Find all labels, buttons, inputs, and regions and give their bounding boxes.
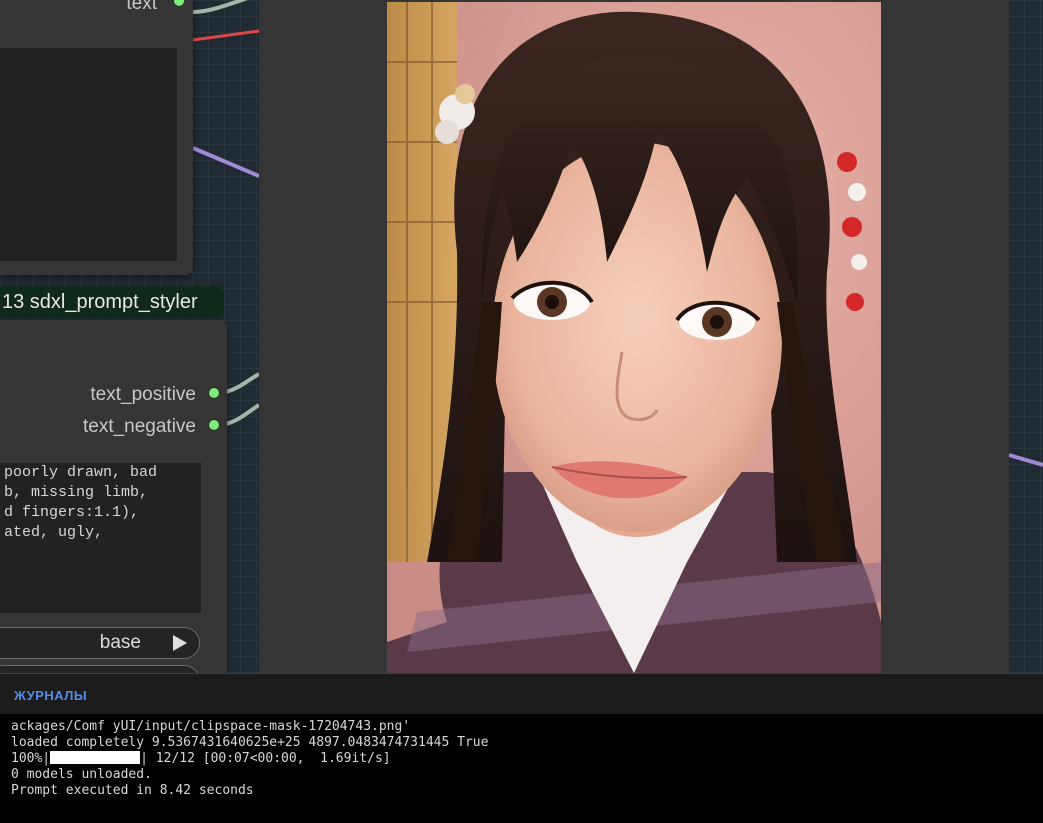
progress-suffix: | 12/12 [00:07<00:00, 1.69it/s] [140,751,391,766]
logs-header: ЖУРНАЛЫ [0,673,1043,714]
style-combo-widget[interactable]: base [0,627,200,659]
log-line: 0 models unloaded. [11,767,152,782]
output-label-text: text [126,0,157,14]
wire-red [192,29,260,42]
logs-panel: ЖУРНАЛЫ ackages/Comf yUI/input/clipspace… [0,673,1043,823]
logs-title[interactable]: ЖУРНАЛЫ [14,688,87,703]
negative-prompt-line: d fingers:1.1), [4,504,140,521]
node-title-sdxl-prompt-styler[interactable]: 13 sdxl_prompt_styler [0,286,224,318]
node-canvas[interactable]: text 13 sdxl_prompt_styler text_positive… [0,0,1043,673]
wire-text-negative [225,403,261,426]
generated-image-preview[interactable] [387,2,881,673]
negative-prompt-line: b, missing limb, [4,484,149,501]
negative-prompt-line: poorly drawn, bad [4,464,158,481]
wire-text-positive [225,372,260,394]
wire-text-output [192,0,248,14]
log-line: ackages/Comf yUI/input/clipspace-mask-17… [11,719,411,734]
wire-purple-left [192,146,260,178]
sdxl-prompt-styler-node[interactable]: text_positive text_negative poorly drawn… [0,320,227,673]
output-slot-text-negative[interactable] [208,419,220,431]
text-widget[interactable] [0,48,177,261]
combo-widget[interactable] [0,665,200,673]
progress-bar [50,751,141,764]
style-combo-value: base [99,632,141,653]
combo-next-arrow-icon[interactable] [173,635,187,651]
text-node[interactable]: text [0,0,193,275]
negative-prompt-textarea[interactable]: poorly drawn, bad b, missing limb, d fin… [0,463,201,613]
preview-image-node[interactable] [259,0,1009,673]
negative-prompt-line: ated, ugly, [4,524,104,541]
output-label-text-negative: text_negative [82,416,196,437]
output-slot-text[interactable] [173,0,185,7]
output-label-text-positive: text_positive [90,384,196,405]
portrait-image [387,2,881,673]
logs-output: ackages/Comf yUI/input/clipspace-mask-17… [11,719,488,799]
log-progress-line: 100%| | 12/12 [00:07<00:00, 1.69it/s] [11,751,488,767]
progress-prefix: 100%| [11,751,51,766]
log-line: Prompt executed in 8.42 seconds [11,783,254,798]
output-slot-text-positive[interactable] [208,387,220,399]
wire-purple-right [1008,453,1043,467]
log-line: loaded completely 9.5367431640625e+25 48… [11,735,489,750]
